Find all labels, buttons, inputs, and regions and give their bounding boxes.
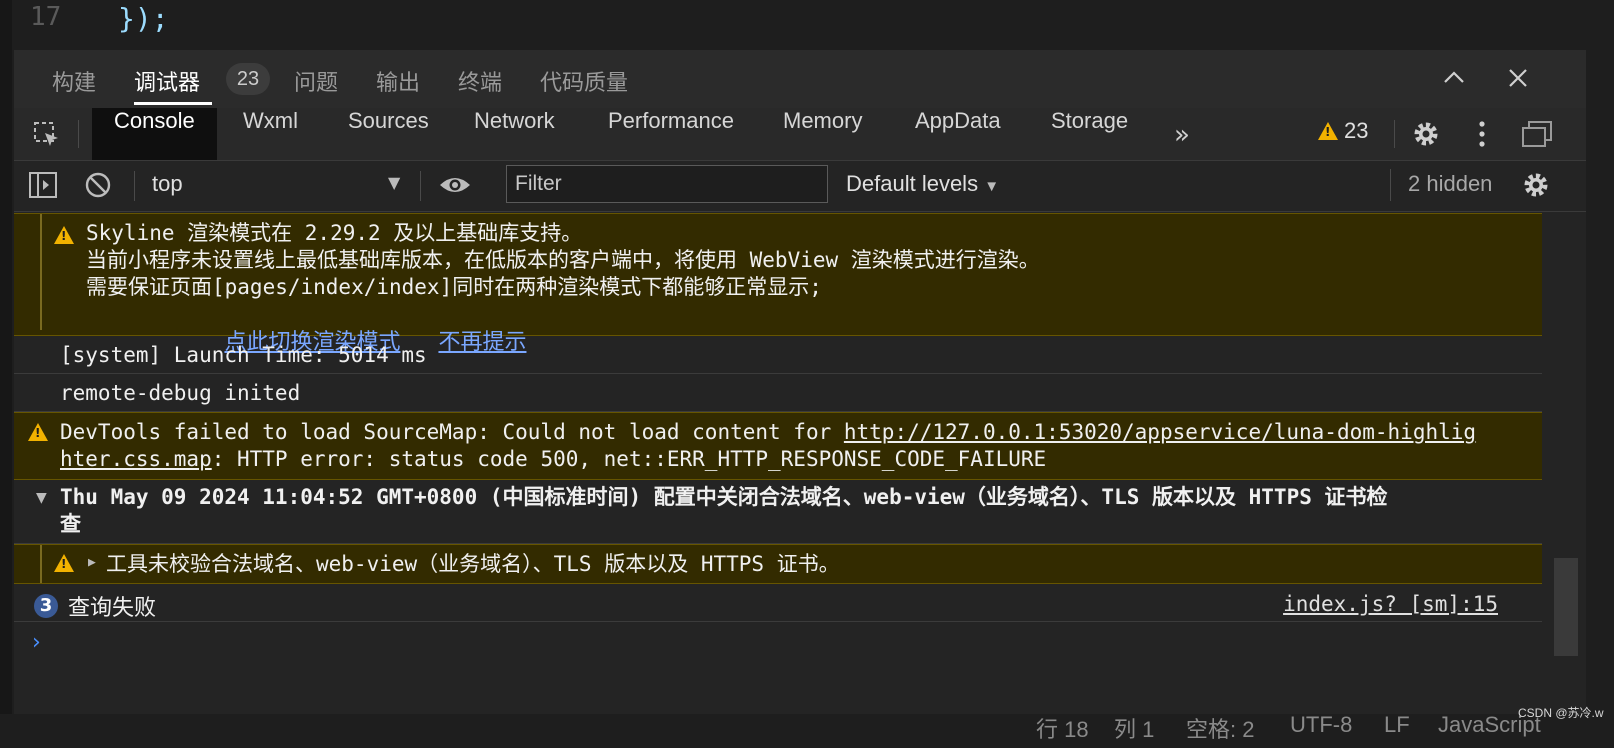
code-line[interactable]: }); <box>118 2 169 35</box>
query-failed-text: 查询失败 <box>68 595 157 620</box>
config-group-header[interactable]: ▼ Thu May 09 2024 11:04:52 GMT+0800 (中国标… <box>14 480 1542 544</box>
tab-debugger[interactable]: 调试器 <box>134 65 200 97</box>
group-indent-line <box>40 214 42 330</box>
expand-caret-icon[interactable]: ▼ <box>36 490 47 506</box>
tab-console[interactable]: Console <box>92 108 217 160</box>
log-message: remote-debug inited <box>14 374 1542 412</box>
more-options-icon[interactable] <box>1474 118 1490 150</box>
chevron-down-icon[interactable]: ▼ <box>388 173 400 192</box>
console-prompt[interactable]: › <box>14 622 1542 666</box>
warning-counter[interactable]: 23 <box>1318 118 1368 144</box>
file-encoding[interactable]: UTF-8 <box>1290 712 1352 738</box>
tab-wxml[interactable]: Wxml <box>221 108 320 160</box>
tab-build[interactable]: 构建 <box>52 65 96 97</box>
sourcemap-url-link[interactable]: http://127.0.0.1:53020/appservice/luna-d… <box>844 420 1476 444</box>
filter-input[interactable] <box>506 165 828 203</box>
group-line: 查 <box>60 512 81 536</box>
tab-problems[interactable]: 问题 <box>294 65 338 97</box>
active-tab-indicator <box>134 102 212 105</box>
undock-window-icon[interactable] <box>1520 118 1554 150</box>
warning-icon <box>54 554 74 572</box>
collapse-panel-icon[interactable] <box>1440 64 1468 92</box>
warning-line: 需要保证页面[pages/index/index]同时在两种渲染模式下都能够正常… <box>86 275 822 299</box>
tab-sources[interactable]: Sources <box>326 108 451 160</box>
close-panel-icon[interactable] <box>1504 64 1532 92</box>
tab-storage[interactable]: Storage <box>1029 108 1150 160</box>
editor-gutter <box>0 0 12 748</box>
clear-console-icon[interactable] <box>84 171 112 199</box>
unverified-domain-warning: ▶ 工具未校验合法域名、web-view（业务域名）、TLS 版本以及 HTTP… <box>14 544 1542 584</box>
sourcemap-url-link[interactable]: hter.css.map <box>60 447 212 471</box>
warning-icon <box>54 226 74 244</box>
hidden-count: 2 hidden <box>1408 171 1493 196</box>
panel-tab-bar: 构建 调试器 23 问题 输出 终端 代码质量 <box>14 50 1586 108</box>
tab-performance[interactable]: Performance <box>586 108 756 160</box>
log-levels-label: Default levels <box>846 171 979 196</box>
unverified-domain-text: 工具未校验合法域名、web-view（业务域名）、TLS 版本以及 HTTPS … <box>106 552 840 576</box>
query-failed-message: 3 查询失败 index.js? [sm]:15 <box>14 584 1542 622</box>
devtools-tab-bar: Console Wxml Sources Network Performance… <box>14 108 1586 161</box>
console-settings-gear-icon[interactable] <box>1520 169 1552 201</box>
sidebar-toggle-icon[interactable] <box>28 171 58 199</box>
warning-text: : HTTP error: status code 500, net::ERR_… <box>211 447 1047 471</box>
cursor-column[interactable]: 列 1 <box>1114 712 1154 744</box>
console-toolbar: top ▼ Default levels ▼ 2 hidden <box>14 161 1586 212</box>
cursor-line[interactable]: 行 18 <box>1036 712 1089 744</box>
settings-gear-icon[interactable] <box>1410 118 1442 150</box>
divider <box>1390 169 1391 201</box>
end-of-line[interactable]: LF <box>1384 712 1410 738</box>
warning-count-text: 23 <box>1344 118 1369 143</box>
warning-text: DevTools failed to load SourceMap: Could… <box>60 420 844 444</box>
warning-icon <box>28 423 48 441</box>
inspect-element-icon[interactable] <box>32 120 62 150</box>
console-log: Skyline 渲染模式在 2.29.2 及以上基础库支持。 当前小程序未设置线… <box>14 213 1542 666</box>
more-tabs-icon[interactable]: » <box>1174 120 1190 150</box>
expand-triangle-icon[interactable]: ▶ <box>88 555 96 570</box>
divider <box>78 120 79 148</box>
status-bar: 行 18 列 1 空格: 2 UTF-8 LF JavaScript <box>0 712 1614 748</box>
warning-line: Skyline 渲染模式在 2.29.2 及以上基础库支持。 <box>86 221 583 245</box>
tab-output[interactable]: 输出 <box>376 65 420 97</box>
sourcemap-warning-message: DevTools failed to load SourceMap: Could… <box>14 412 1542 480</box>
source-location-link[interactable]: index.js? [sm]:15 <box>1283 592 1498 616</box>
watermark: CSDN @苏冷.w <box>1518 706 1604 720</box>
log-scrollbar[interactable] <box>1554 558 1578 656</box>
debugger-count-badge: 23 <box>226 63 270 95</box>
log-message: [system] Launch Time: 5014 ms <box>14 336 1542 374</box>
prompt-chevron-icon: › <box>32 630 41 655</box>
group-line: Thu May 09 2024 11:04:52 GMT+0800 (中国标准时… <box>60 485 1388 509</box>
tab-network[interactable]: Network <box>452 108 577 160</box>
live-expression-eye-icon[interactable] <box>438 173 472 197</box>
launch-time-text: [system] Launch Time: 5014 ms <box>60 343 427 367</box>
sourcemap-warning-text: DevTools failed to load SourceMap: Could… <box>60 419 1476 473</box>
divider <box>1394 120 1395 148</box>
tab-memory[interactable]: Memory <box>761 108 884 160</box>
tab-appdata[interactable]: AppData <box>893 108 1023 160</box>
divider <box>134 171 135 201</box>
skyline-warning-message: Skyline 渲染模式在 2.29.2 及以上基础库支持。 当前小程序未设置线… <box>14 213 1542 354</box>
debug-panel: 构建 调试器 23 问题 输出 终端 代码质量 Console Wxml Sou… <box>14 50 1586 714</box>
divider <box>420 171 421 201</box>
line-number: 17 <box>30 2 62 32</box>
chevron-down-icon: ▼ <box>984 178 1000 195</box>
log-levels-dropdown[interactable]: Default levels ▼ <box>846 171 999 197</box>
warning-line: 当前小程序未设置线上最低基础库版本，在低版本的客户端中，将使用 WebView … <box>86 248 1040 272</box>
repeat-count-badge: 3 <box>34 594 58 618</box>
config-group-text: Thu May 09 2024 11:04:52 GMT+0800 (中国标准时… <box>60 484 1388 538</box>
code-editor: 17 }); <box>0 0 1614 748</box>
tab-code-quality[interactable]: 代码质量 <box>540 65 628 97</box>
tab-terminal[interactable]: 终端 <box>458 65 502 97</box>
context-select[interactable]: top <box>152 171 183 197</box>
remote-debug-text: remote-debug inited <box>60 381 301 405</box>
group-indent-line <box>40 545 42 583</box>
indent-spaces[interactable]: 空格: 2 <box>1186 712 1254 744</box>
warning-icon <box>1318 122 1338 140</box>
